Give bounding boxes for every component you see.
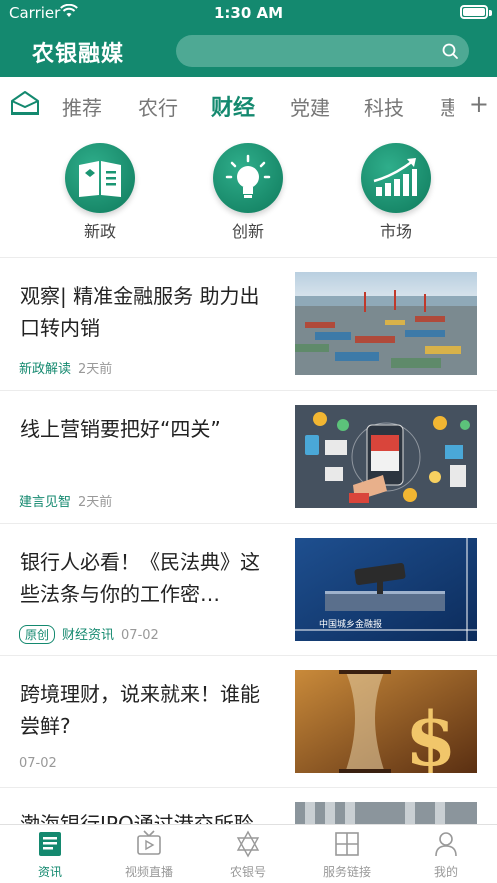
article-title: 渤海银行IPO通过港交所聆	[20, 812, 254, 824]
search-icon[interactable]	[441, 42, 459, 60]
grid-icon	[335, 832, 359, 856]
news-icon	[39, 832, 61, 856]
article-meta: 新政解读 2天前	[19, 358, 112, 377]
star-badge-icon	[236, 830, 260, 858]
article-card[interactable]: 渤海银行IPO通过港交所聆	[0, 788, 497, 824]
svg-text:$: $	[405, 697, 457, 773]
article-source: 财经资讯	[62, 628, 115, 643]
category-policy-label: 新政	[83, 222, 116, 241]
article-time: 07-02	[121, 628, 159, 643]
bottom-tab-bar: 资讯 视频直播 农银号 服务链接 我的	[0, 824, 497, 883]
article-card[interactable]: 观察| 精准金融服务 助力出口转内销 新政解读 2天前	[0, 258, 497, 390]
newspaper-icon	[65, 143, 135, 213]
tab-recommend[interactable]: 推荐	[62, 92, 102, 121]
tabbar-account[interactable]: 农银号	[208, 829, 288, 880]
category-innovation-label: 创新	[231, 222, 264, 241]
article-thumbnail: $	[295, 670, 477, 773]
tabbar-account-label: 农银号	[229, 865, 266, 879]
tabbar-news[interactable]: 资讯	[10, 829, 90, 880]
lightbulb-icon	[213, 143, 283, 213]
tab-finance[interactable]: 财经	[211, 90, 255, 122]
tab-tech[interactable]: 科技	[364, 92, 404, 121]
tabbar-services[interactable]: 服务链接	[307, 829, 387, 880]
article-meta: 07-02	[19, 756, 57, 771]
status-bar: Carrier 1:30 AM	[0, 0, 497, 26]
article-meta: 原创 财经资讯 07-02	[19, 624, 159, 644]
article-meta: 建言见智 2天前	[19, 491, 112, 510]
article-thumbnail	[295, 272, 477, 375]
tab-abc[interactable]: 农行	[138, 92, 178, 121]
add-channel-icon[interactable]: +	[469, 90, 489, 118]
article-time: 07-02	[19, 756, 57, 771]
article-time: 2天前	[78, 495, 113, 510]
app-header: Carrier 1:30 AM 农银融媒	[0, 0, 497, 77]
user-icon	[435, 832, 457, 857]
tabbar-video-label: 视频直播	[124, 865, 173, 879]
growth-chart-icon	[361, 143, 431, 213]
article-card[interactable]: 线上营销要把好“四关” 建言见智 2天前	[0, 391, 497, 523]
article-title: 跨境理财，说来就来！谁能尝鲜?	[20, 682, 260, 738]
tab-hui[interactable]: 惠	[440, 92, 454, 121]
category-policy[interactable]: 新政	[55, 143, 145, 242]
tabbar-me-label: 我的	[433, 865, 458, 879]
original-badge: 原创	[19, 625, 56, 644]
article-title: 观察| 精准金融服务 助力出口转内销	[20, 284, 260, 340]
app-title: 农银融媒	[32, 42, 125, 67]
tabbar-news-label: 资讯	[37, 865, 62, 879]
article-time: 2天前	[78, 362, 113, 377]
battery-icon	[460, 5, 488, 19]
thumbnail-caption: 中国城乡金融报	[319, 618, 382, 630]
search-input[interactable]	[176, 35, 469, 67]
article-source: 建言见智	[19, 495, 72, 510]
category-market-label: 市场	[379, 222, 412, 241]
envelope-home-icon[interactable]	[10, 89, 40, 115]
tabbar-me[interactable]: 我的	[406, 829, 486, 880]
clock: 1:30 AM	[213, 4, 284, 22]
tabbar-video[interactable]: 视频直播	[109, 829, 189, 880]
article-source: 新政解读	[19, 362, 72, 377]
category-innovation[interactable]: 创新	[203, 143, 293, 242]
tv-icon	[137, 830, 161, 855]
article-thumbnail	[295, 802, 477, 824]
tab-party[interactable]: 党建	[290, 92, 330, 121]
tabbar-services-label: 服务链接	[322, 865, 371, 879]
article-thumbnail: 中国城乡金融报	[295, 538, 477, 641]
article-title: 线上营销要把好“四关”	[20, 417, 221, 441]
article-card[interactable]: 跨境理财，说来就来！谁能尝鲜? 07-02 $	[0, 656, 497, 788]
article-card[interactable]: 银行人必看！《民法典》这些法条与你的工作密… 原创 财经资讯 07-02 中国城乡金…	[0, 524, 497, 656]
category-market[interactable]: 市场	[351, 143, 441, 242]
article-title: 银行人必看！《民法典》这些法条与你的工作密…	[20, 550, 260, 606]
channel-tabs: 推荐 农行 财经 党建 科技 惠 +	[0, 77, 497, 133]
battery-tip	[489, 10, 492, 16]
category-shortcuts: 新政 创新 市场	[0, 143, 497, 253]
article-thumbnail	[295, 405, 477, 508]
